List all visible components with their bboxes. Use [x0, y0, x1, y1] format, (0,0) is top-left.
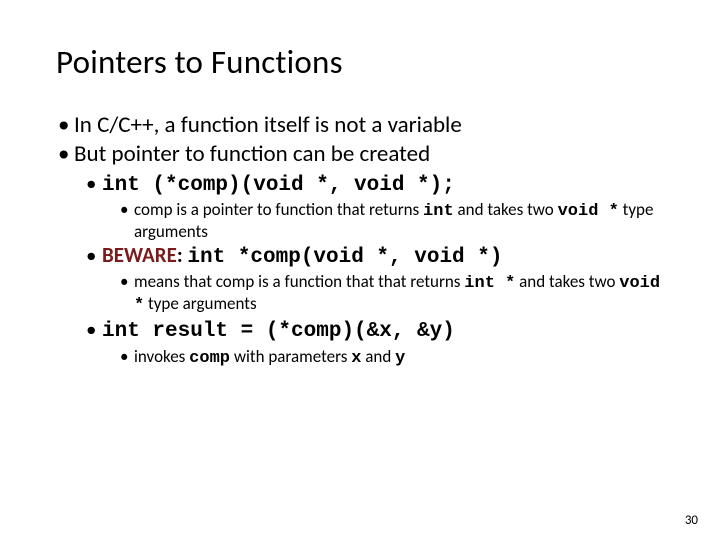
text: and [361, 346, 395, 367]
bullet-l3: means that comp is a function that that … [118, 272, 670, 315]
code-snippet: int (*comp)(void *, void *); [102, 174, 455, 197]
beware-label: BEWARE [102, 242, 177, 268]
bullet-list: In C/C++, a function itself is not a var… [56, 112, 670, 368]
code-inline: int * [464, 274, 515, 293]
bullet-l3: comp is a pointer to function that retur… [118, 200, 670, 241]
text: and takes two [454, 199, 558, 220]
text: and takes two [515, 271, 619, 292]
text: with parameters [230, 346, 351, 367]
slide-title: Pointers to Functions [56, 42, 670, 82]
code-inline: y [395, 349, 405, 368]
page-number: 30 [685, 513, 698, 528]
slide: Pointers to Functions In C/C++, a functi… [0, 0, 720, 540]
code-inline: void * [558, 202, 619, 221]
text: invokes [134, 346, 189, 367]
bullet-l1: But pointer to function can be created [56, 141, 670, 167]
bullet-l3: invokes comp with parameters x and y [118, 347, 670, 369]
text: type arguments [144, 293, 256, 314]
bullet-l2-code: int result = (*comp)(&x, &y) [84, 317, 670, 344]
bullet-l2-beware: BEWARE: int *comp(void *, void *) [84, 243, 670, 270]
code-inline: int [423, 202, 454, 221]
text: means that comp is a function that that … [134, 271, 464, 292]
bullet-l1: In C/C++, a function itself is not a var… [56, 112, 670, 138]
text: comp is a pointer to function that retur… [134, 199, 423, 220]
text: : [177, 242, 188, 268]
code-inline: x [351, 349, 361, 368]
code-inline: comp [189, 349, 230, 368]
bullet-l2-code: int (*comp)(void *, void *); [84, 171, 670, 198]
code-snippet: int *comp(void *, void *) [187, 246, 502, 269]
code-snippet: int result = (*comp)(&x, &y) [102, 320, 455, 343]
